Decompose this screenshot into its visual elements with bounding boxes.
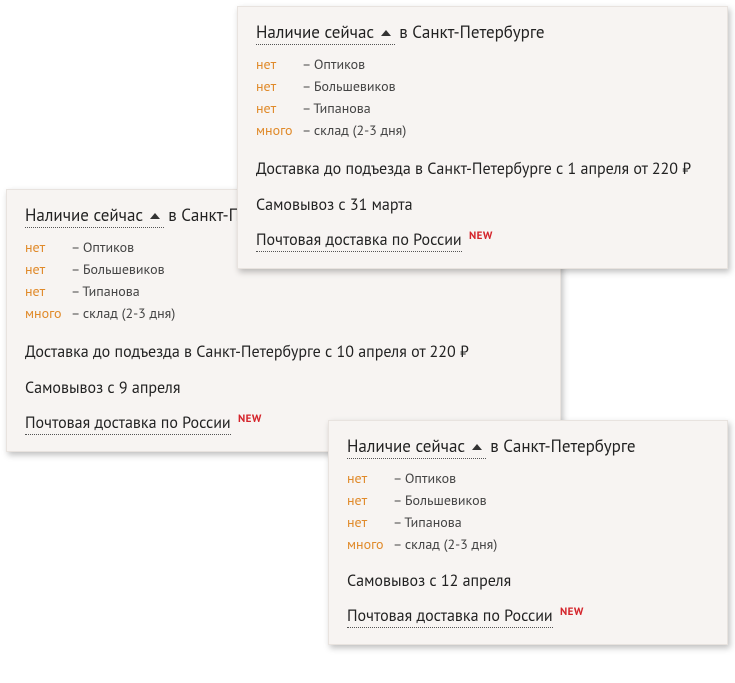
- availability-toggle[interactable]: Наличие сейчас: [256, 21, 395, 45]
- availability-header: Наличие сейчас в Санкт-Петербурге: [347, 435, 709, 459]
- pickup-info: Самовывоз с 31 марта: [256, 195, 709, 215]
- stock-location: – Большевиков: [71, 260, 165, 278]
- availability-label: Наличие сейчас: [25, 204, 143, 226]
- stock-row: много– склад (2-3 дня): [256, 121, 709, 139]
- stock-row: нет– Оптиков: [256, 55, 709, 73]
- stock-location: – Типанова: [71, 282, 140, 300]
- stock-row: нет– Типанова: [25, 282, 542, 300]
- stock-row: нет– Типанова: [347, 513, 709, 531]
- availability-header: Наличие сейчас в Санкт-Петербурге: [256, 21, 709, 45]
- city-label: в Санкт-Петербурге: [399, 21, 544, 43]
- pickup-info: Самовывоз с 12 апреля: [347, 571, 709, 591]
- stock-status: нет: [347, 513, 393, 531]
- new-badge: NEW: [469, 229, 493, 243]
- postal-row: Почтовая доставка по России NEW: [256, 229, 709, 252]
- stock-status: нет: [256, 55, 302, 73]
- stock-status: нет: [25, 282, 71, 300]
- postal-link[interactable]: Почтовая доставка по России: [256, 230, 462, 252]
- availability-toggle[interactable]: Наличие сейчас: [347, 435, 486, 459]
- stock-row: нет– Большевиков: [347, 491, 709, 509]
- stock-location: – склад (2-3 дня): [393, 535, 497, 553]
- pickup-info: Самовывоз с 9 апреля: [25, 378, 542, 398]
- new-badge: NEW: [560, 605, 584, 619]
- stock-status: много: [347, 535, 393, 553]
- stock-location: – Большевиков: [302, 77, 396, 95]
- postal-link[interactable]: Почтовая доставка по России: [25, 413, 231, 435]
- stock-status: нет: [347, 469, 393, 487]
- stock-location: – Оптиков: [302, 55, 365, 73]
- stock-location: – склад (2-3 дня): [71, 304, 175, 322]
- availability-toggle[interactable]: Наличие сейчас: [25, 204, 164, 228]
- availability-card: Наличие сейчас в Санкт-Петербурге нет– О…: [237, 6, 728, 269]
- stock-location: – Типанова: [393, 513, 462, 531]
- postal-row: Почтовая доставка по России NEW: [347, 605, 709, 628]
- availability-label: Наличие сейчас: [256, 21, 374, 43]
- stock-status: нет: [347, 491, 393, 509]
- stock-status: нет: [25, 260, 71, 278]
- delivery-info: Доставка до подъезда в Санкт-Петербурге …: [256, 157, 709, 181]
- stock-location: – Типанова: [302, 99, 371, 117]
- caret-up-icon: [381, 30, 391, 36]
- stock-row: нет– Типанова: [256, 99, 709, 117]
- availability-card: Наличие сейчас в Санкт-Петербурге нет– О…: [328, 420, 728, 645]
- stock-location: – Большевиков: [393, 491, 487, 509]
- caret-up-icon: [472, 444, 482, 450]
- stock-location: – Оптиков: [71, 238, 134, 256]
- stock-row: много– склад (2-3 дня): [25, 304, 542, 322]
- delivery-info: Доставка до подъезда в Санкт-Петербурге …: [25, 340, 542, 364]
- stock-location: – Оптиков: [393, 469, 456, 487]
- stock-row: нет– Оптиков: [347, 469, 709, 487]
- stock-location: – склад (2-3 дня): [302, 121, 406, 139]
- stock-status: нет: [256, 77, 302, 95]
- stock-row: много– склад (2-3 дня): [347, 535, 709, 553]
- stock-status: много: [256, 121, 302, 139]
- stock-status: нет: [25, 238, 71, 256]
- city-label: в Санкт-Петербурге: [490, 435, 635, 457]
- stock-status: нет: [256, 99, 302, 117]
- stock-status: много: [25, 304, 71, 322]
- caret-up-icon: [150, 213, 160, 219]
- availability-label: Наличие сейчас: [347, 435, 465, 457]
- new-badge: NEW: [238, 412, 262, 426]
- postal-link[interactable]: Почтовая доставка по России: [347, 606, 553, 628]
- stock-row: нет– Большевиков: [256, 77, 709, 95]
